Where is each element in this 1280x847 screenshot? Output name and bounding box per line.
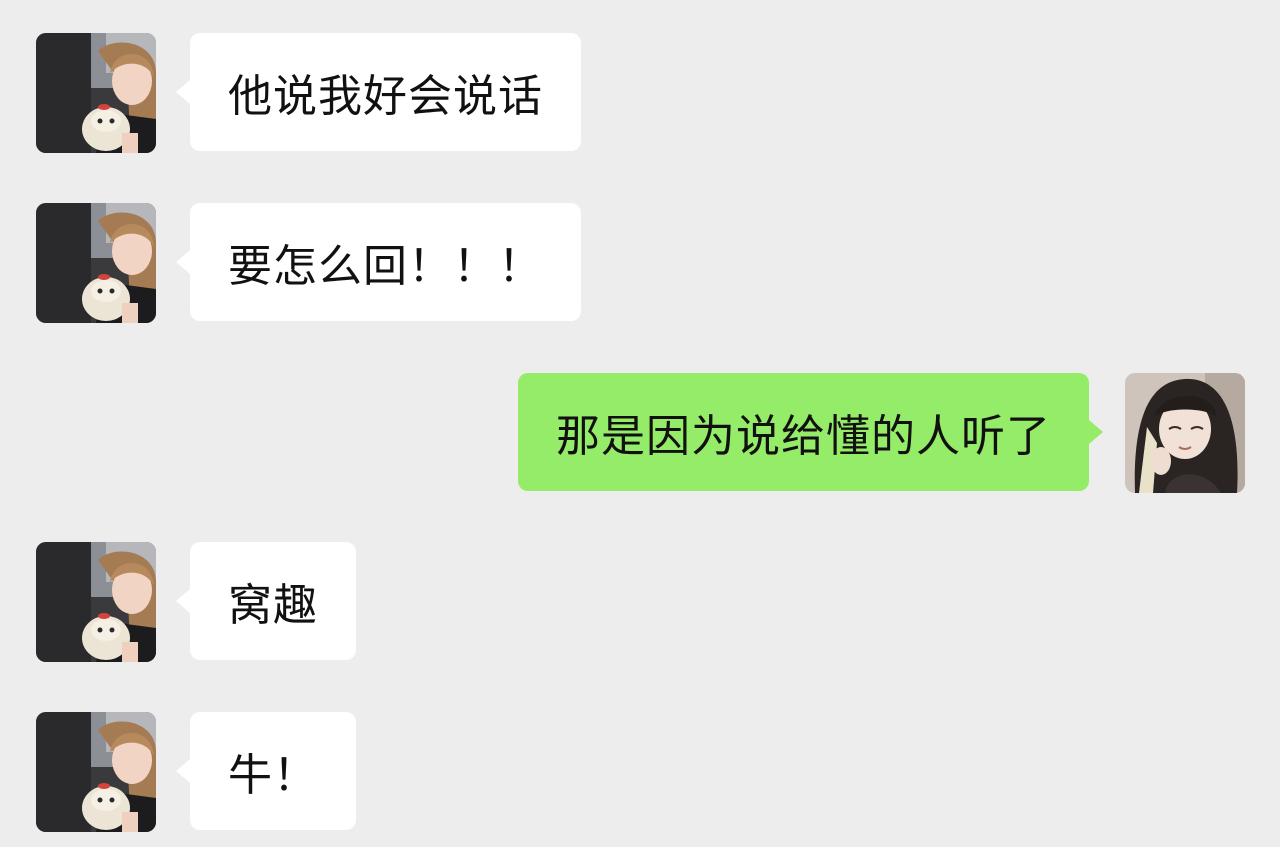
chat-message-row: 牛！ [0,712,1280,832]
bubble-tail [176,250,190,274]
chat-message-row: 要怎么回！！！ [0,203,1280,323]
bubble-tail [176,759,190,783]
chat-message-row: 窝趣 [0,542,1280,662]
friend-avatar[interactable] [36,33,156,153]
chat-message-row: 他说我好会说话 [0,33,1280,153]
incoming-message-bubble[interactable]: 要怎么回！！！ [176,203,581,321]
outgoing-message-bubble[interactable]: 那是因为说给懂的人听了 [518,373,1103,491]
message-text: 窝趣 [228,580,318,631]
message-text: 那是因为说给懂的人听了 [556,411,1051,462]
incoming-message-bubble[interactable]: 牛！ [176,712,356,830]
friend-avatar[interactable] [36,712,156,832]
chat-message-list[interactable]: 他说我好会说话 要怎么回！！！ 那是因为说给懂的人听了 窝趣 牛！ [0,0,1280,847]
bubble-tail [176,589,190,613]
friend-avatar[interactable] [36,542,156,662]
message-text: 牛！ [228,750,318,801]
incoming-message-bubble[interactable]: 窝趣 [176,542,356,660]
message-text: 他说我好会说话 [228,71,543,122]
self-avatar[interactable] [1125,373,1245,493]
bubble-tail [176,80,190,104]
bubble-tail [1089,420,1103,444]
chat-message-row: 那是因为说给懂的人听了 [0,373,1280,493]
incoming-message-bubble[interactable]: 他说我好会说话 [176,33,581,151]
friend-avatar[interactable] [36,203,156,323]
message-text: 要怎么回！！！ [228,241,543,292]
